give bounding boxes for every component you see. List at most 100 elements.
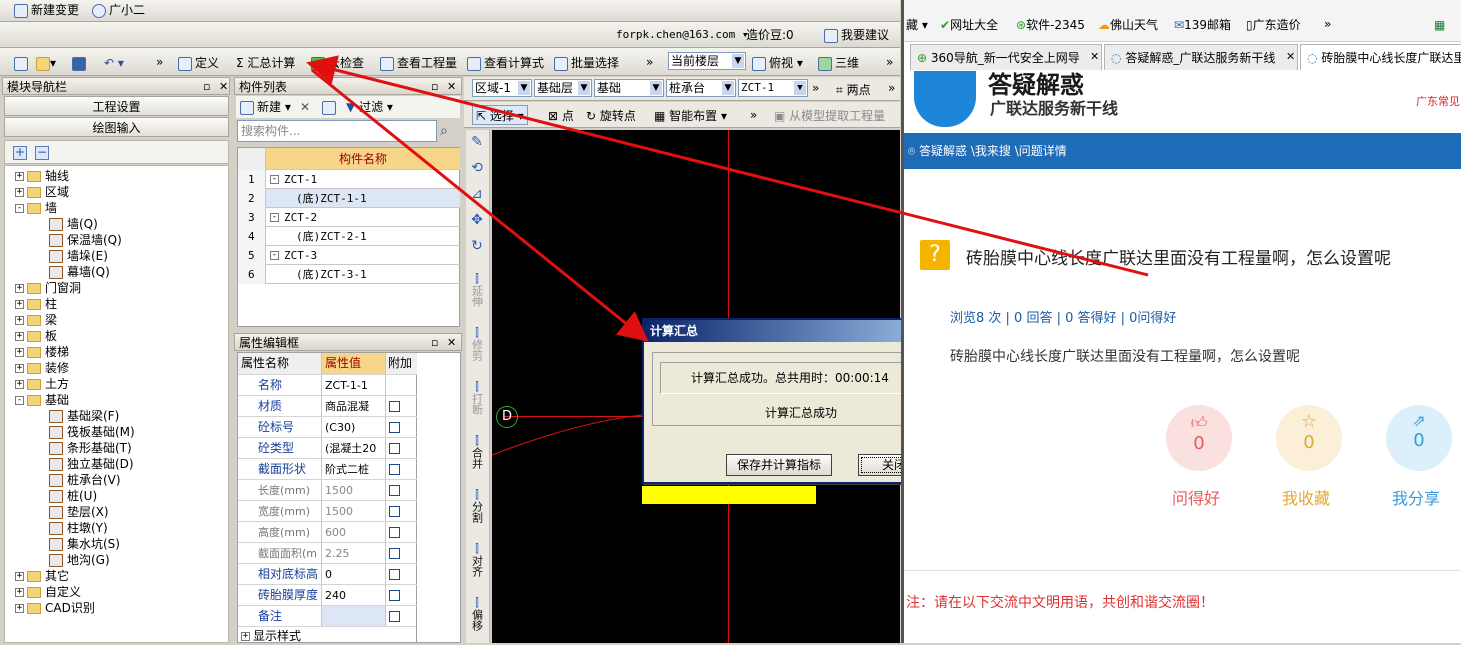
prop-checkbox[interactable] [389,422,400,433]
bookmark-cut[interactable]: 藏 ▾ [906,15,928,35]
account-dropdown[interactable]: forpk.chen@163.com ▾ [616,25,748,45]
nav-tree-item[interactable]: 桩(U) [49,488,97,504]
collapse-icon[interactable]: - [15,204,24,213]
component-search-input[interactable]: 搜索构件... [237,120,437,142]
view-qty-button[interactable]: 查看工程量 [380,53,457,73]
expand-icon[interactable]: + [15,572,24,581]
prop-value[interactable]: 0 [322,563,386,584]
vtool-button[interactable]: ⫿ 合并 [466,434,488,469]
batch-select-button[interactable]: 批量选择 [554,53,619,73]
prop-value[interactable]: 商品混凝 [322,395,386,416]
prop-checkbox[interactable] [389,443,400,454]
move-icon[interactable]: ✥ [466,213,488,227]
close-icon[interactable]: ✕ [447,334,456,352]
prop-value[interactable]: 1500 [322,500,386,521]
prop-checkbox[interactable] [389,464,400,475]
nav-tree-item[interactable]: - 基础 [15,392,69,408]
pin-icon[interactable]: ▫ [431,334,438,352]
draw-more-icon[interactable]: » [750,105,757,125]
nav-tree-item[interactable]: 集水坑(S) [49,536,120,552]
component-row[interactable]: 6 (底)ZCT-3-1 [238,265,460,284]
nav-tree-item[interactable]: 筏板基础(M) [49,424,135,440]
expand-icon[interactable]: + [15,348,24,357]
cloud-check-button[interactable]: 云检查 [311,53,364,73]
new-file-icon[interactable] [14,53,28,73]
nav-tree-item[interactable]: 垫层(X) [49,504,109,520]
assistant-link[interactable]: 广小二 [92,0,145,20]
bookmark-1[interactable]: ✔网址大全 [940,15,998,35]
area-select[interactable]: 区域-1 ▼ [472,79,532,97]
floor-select[interactable]: 当前楼层 ▼ [668,52,746,70]
vtool-button[interactable]: ⫿ 延伸 [466,272,488,307]
prop-checkbox[interactable] [389,548,400,559]
nav-tree-item[interactable]: + 区域 [15,184,69,200]
open-file-icon[interactable]: ▾ [36,53,56,73]
nav-tree-item[interactable]: 桩承台(V) [49,472,121,488]
nav-tree-item[interactable]: 独立基础(D) [49,456,134,472]
expand-icon[interactable]: + [15,604,24,613]
nav-tree-item[interactable]: + 板 [15,328,57,344]
layer-select[interactable]: 基础层 ▼ [534,79,592,97]
prop-value[interactable]: (C30) [322,416,386,437]
prop-checkbox[interactable] [389,611,400,622]
collapse-icon[interactable]: - [270,251,279,260]
mirror-icon[interactable]: ⊿ [466,187,488,201]
three-d-button[interactable]: 三维 [818,53,859,73]
nav-tree-item[interactable]: + 柱 [15,296,57,312]
bookmark-3[interactable]: ☁佛山天气 [1098,15,1158,35]
bookmark-2[interactable]: ⊛软件-2345 [1016,15,1085,35]
bookmark-more-icon[interactable]: » [1324,14,1331,34]
nav-tree-item[interactable]: + 装修 [15,360,69,376]
prop-value[interactable]: 阶式二桩 [322,458,386,479]
tab-close-icon[interactable]: ✕ [1286,50,1295,63]
extract-button[interactable]: ▣ 从模型提取工程量 [774,106,885,126]
bookmark-5[interactable]: ▯广东造价 [1246,15,1301,35]
vtool-button[interactable]: ⫿ 分割 [466,488,488,523]
pin-icon[interactable]: ▫ [203,78,210,96]
delete-icon[interactable]: ✕ [300,97,310,117]
expand-icon[interactable]: + [15,380,24,389]
filter-button[interactable]: ▼ 过滤 ▾ [346,97,393,117]
nav-tree-item[interactable]: 柱墩(Y) [49,520,108,536]
prop-checkbox[interactable] [389,569,400,580]
expand-icon[interactable]: + [15,332,24,341]
nav-tree-item[interactable]: 条形基础(T) [49,440,132,456]
prop-value[interactable]: 1500 [322,479,386,500]
rotate-icon[interactable]: ⟲ [466,161,488,175]
vtool-button[interactable]: ⫿ 打断 [466,380,488,415]
expand-icon[interactable]: + [15,188,24,197]
collapse-icon[interactable]: - [270,175,279,184]
component-select[interactable]: ZCT-1 ▼ [738,79,808,97]
prop-checkbox[interactable] [389,590,400,601]
prop-value[interactable]: 600 [322,521,386,542]
vtool-button[interactable]: ⫿ 偏移 [466,596,488,631]
component-row[interactable]: 1- ZCT-1 [238,170,460,189]
component-row[interactable]: 2 (底)ZCT-1-1 [238,189,460,208]
pen-icon[interactable]: ✎ [466,135,488,149]
new-component-button[interactable]: 新建 ▾ [240,97,291,117]
sub-type-select[interactable]: 桩承台 ▼ [666,79,736,97]
search-icon[interactable]: ⌕ [440,123,448,139]
prop-value[interactable]: ZCT-1-1 [322,374,386,395]
nav-tree-item[interactable]: + 楼梯 [15,344,69,360]
prop-checkbox[interactable] [389,506,400,517]
two-points-button[interactable]: ⌗ 两点 [836,80,871,100]
refresh-icon[interactable]: ↻ [466,239,488,253]
like-button[interactable]: 👍︎ 0 [1166,405,1232,471]
vtool-button[interactable]: ⫿ 修剪 [466,326,488,361]
project-settings-button[interactable]: 工程设置 [4,96,229,116]
prop-value[interactable]: 2.25 [322,542,386,563]
display-style-row[interactable]: + 显示样式 [238,626,416,644]
smart-layout-button[interactable]: ▦ 智能布置 ▾ [654,106,727,126]
component-row[interactable]: 5- ZCT-3 [238,246,460,265]
expand-icon[interactable]: + [241,632,250,641]
new-change-link[interactable]: 新建变更 [14,0,79,20]
nav-tree-item[interactable]: 墙垛(E) [49,248,108,264]
prop-checkbox[interactable] [389,485,400,496]
nav-tree-item[interactable]: + CAD识别 [15,600,95,616]
nav-tree-item[interactable]: + 自定义 [15,584,81,600]
expand-icon[interactable]: + [15,172,24,181]
tab-answer[interactable]: ◌ 答疑解惑_广联达服务新干线 [1104,44,1298,70]
save-calc-button[interactable]: 保存并计算指标 [726,454,832,476]
vtool-button[interactable]: ⫿ 对齐 [466,542,488,577]
